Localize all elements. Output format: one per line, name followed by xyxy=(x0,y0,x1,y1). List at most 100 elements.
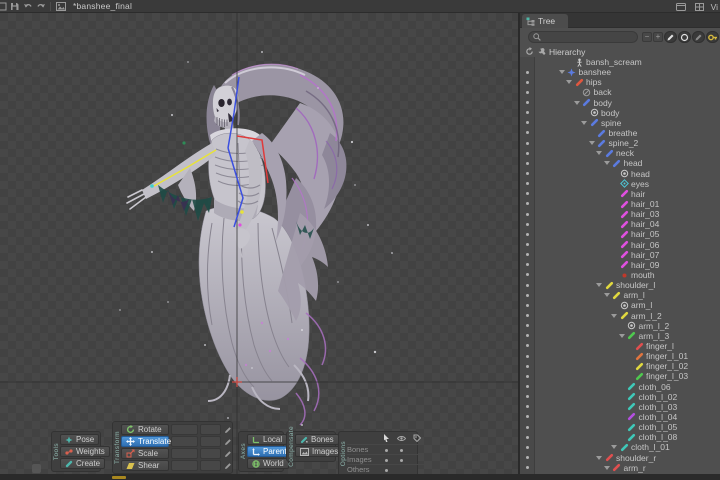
compensate-images-button[interactable]: Images xyxy=(295,446,343,457)
options-toggle[interactable] xyxy=(379,455,394,464)
visibility-dot[interactable] xyxy=(526,284,529,287)
tree-row[interactable]: shoulder_l xyxy=(520,280,720,290)
tree-row[interactable]: hair_05 xyxy=(520,229,720,239)
tree-row[interactable]: head xyxy=(520,169,720,179)
tree-row[interactable]: hair_03 xyxy=(520,209,720,219)
tree-row[interactable]: bansh_scream xyxy=(520,57,720,67)
expand-arrow-icon[interactable] xyxy=(604,161,610,165)
tree-row[interactable]: cloth_l_02 xyxy=(520,392,720,402)
axes-world-button[interactable]: World xyxy=(247,458,289,469)
search-input[interactable] xyxy=(543,33,633,42)
expand-arrow-icon[interactable] xyxy=(581,121,587,125)
tree-row[interactable]: body xyxy=(520,98,720,108)
tree-row[interactable]: mouth xyxy=(520,270,720,280)
axes-parent-button[interactable]: Parent xyxy=(247,446,292,457)
expand-arrow-icon[interactable] xyxy=(574,101,580,105)
tree-row[interactable]: cloth_06 xyxy=(520,382,720,392)
compensate-bones-button[interactable]: Bones xyxy=(295,434,339,445)
key-filter[interactable] xyxy=(706,31,719,43)
visibility-dot[interactable] xyxy=(526,233,529,236)
search-box[interactable] xyxy=(528,31,638,43)
tree-row[interactable]: hair_09 xyxy=(520,260,720,270)
tree-row[interactable]: head xyxy=(520,158,720,168)
visibility-dot[interactable] xyxy=(526,405,529,408)
transform-value-cell[interactable] xyxy=(200,436,221,447)
transform-value-cell[interactable] xyxy=(171,460,198,471)
tree-row[interactable]: arm_l_2 xyxy=(520,311,720,321)
edit-pencil-icon[interactable] xyxy=(223,436,233,447)
editor-viewport[interactable]: Tools PoseWeightsCreate Transform Rotate… xyxy=(0,13,518,474)
visibility-dot[interactable] xyxy=(526,415,529,418)
tree-row[interactable]: hips xyxy=(520,77,720,87)
transform-value-cell[interactable] xyxy=(171,424,198,435)
edit-pencil-icon[interactable] xyxy=(223,460,233,471)
tree-row[interactable]: cloth_l_01 xyxy=(520,442,720,452)
eye-icon[interactable] xyxy=(394,435,409,444)
tree-row[interactable]: cloth_l_03 xyxy=(520,402,720,412)
expand-icon[interactable]: + xyxy=(653,32,663,42)
edit-pencil-icon[interactable] xyxy=(223,424,233,435)
expand-arrow-icon[interactable] xyxy=(604,466,610,470)
expand-arrow-icon[interactable] xyxy=(611,445,617,449)
wrench-icon[interactable] xyxy=(537,47,546,56)
visibility-dot[interactable] xyxy=(526,365,529,368)
tree-row[interactable]: cloth_l_04 xyxy=(520,412,720,422)
collapse-icon[interactable]: − xyxy=(642,32,652,42)
visibility-dot[interactable] xyxy=(526,243,529,246)
transform-value-cell[interactable] xyxy=(200,460,221,471)
tools-pose-button[interactable]: Pose xyxy=(60,434,99,445)
visibility-dot[interactable] xyxy=(526,192,529,195)
tree-row[interactable]: finger_l_02 xyxy=(520,361,720,371)
expand-arrow-icon[interactable] xyxy=(596,283,602,287)
visibility-dot[interactable] xyxy=(526,142,529,145)
tree-row[interactable]: cloth_l_08 xyxy=(520,432,720,442)
transform-scale-button[interactable]: Scale xyxy=(121,448,169,459)
visibility-dot[interactable] xyxy=(526,456,529,459)
tree-row[interactable]: cloth_l_05 xyxy=(520,422,720,432)
visibility-dot[interactable] xyxy=(526,71,529,74)
visibility-dot[interactable] xyxy=(526,436,529,439)
visibility-dot[interactable] xyxy=(526,131,529,134)
ghost-pencil-filter[interactable] xyxy=(692,31,705,43)
tab-tree[interactable]: Tree xyxy=(522,14,568,28)
tree-row[interactable]: finger_l_01 xyxy=(520,351,720,361)
tree-row[interactable]: neck xyxy=(520,148,720,158)
tree-row[interactable]: body xyxy=(520,108,720,118)
visibility-dot[interactable] xyxy=(526,152,529,155)
grid-icon[interactable] xyxy=(693,1,706,13)
options-toggle[interactable] xyxy=(394,445,409,454)
visibility-dot[interactable] xyxy=(526,121,529,124)
visibility-dot[interactable] xyxy=(526,375,529,378)
undo-icon[interactable] xyxy=(21,0,34,12)
visibility-dot[interactable] xyxy=(526,162,529,165)
visibility-dot[interactable] xyxy=(526,426,529,429)
tree-row[interactable]: arm_r xyxy=(520,463,720,473)
visibility-dot[interactable] xyxy=(526,304,529,307)
expand-arrow-icon[interactable] xyxy=(604,293,610,297)
transform-value-cell[interactable] xyxy=(171,436,198,447)
expand-arrow-icon[interactable] xyxy=(589,141,595,145)
visibility-dot[interactable] xyxy=(526,466,529,469)
refresh-icon[interactable] xyxy=(525,47,534,56)
tree-row[interactable]: spine_2 xyxy=(520,138,720,148)
visibility-dot[interactable] xyxy=(526,202,529,205)
transform-value-cell[interactable] xyxy=(200,424,221,435)
transform-shear-button[interactable]: Shear xyxy=(121,460,169,471)
transform-value-cell[interactable] xyxy=(200,448,221,459)
corner-widget[interactable] xyxy=(32,464,41,473)
cursor-icon[interactable] xyxy=(379,434,394,444)
visibility-dot[interactable] xyxy=(526,273,529,276)
expand-arrow-icon[interactable] xyxy=(619,334,625,338)
visibility-dot[interactable] xyxy=(526,172,529,175)
redo-icon[interactable] xyxy=(34,0,47,12)
tree-row[interactable]: arm_l xyxy=(520,300,720,310)
tree-row[interactable]: finger_l_03 xyxy=(520,371,720,381)
tools-create-button[interactable]: Create xyxy=(60,458,105,469)
visibility-dot[interactable] xyxy=(526,223,529,226)
visibility-dot[interactable] xyxy=(526,314,529,317)
visibility-dot[interactable] xyxy=(526,213,529,216)
visibility-dot[interactable] xyxy=(526,91,529,94)
visibility-dot[interactable] xyxy=(526,101,529,104)
tree-row[interactable]: finger_l xyxy=(520,341,720,351)
visibility-dot[interactable] xyxy=(526,253,529,256)
